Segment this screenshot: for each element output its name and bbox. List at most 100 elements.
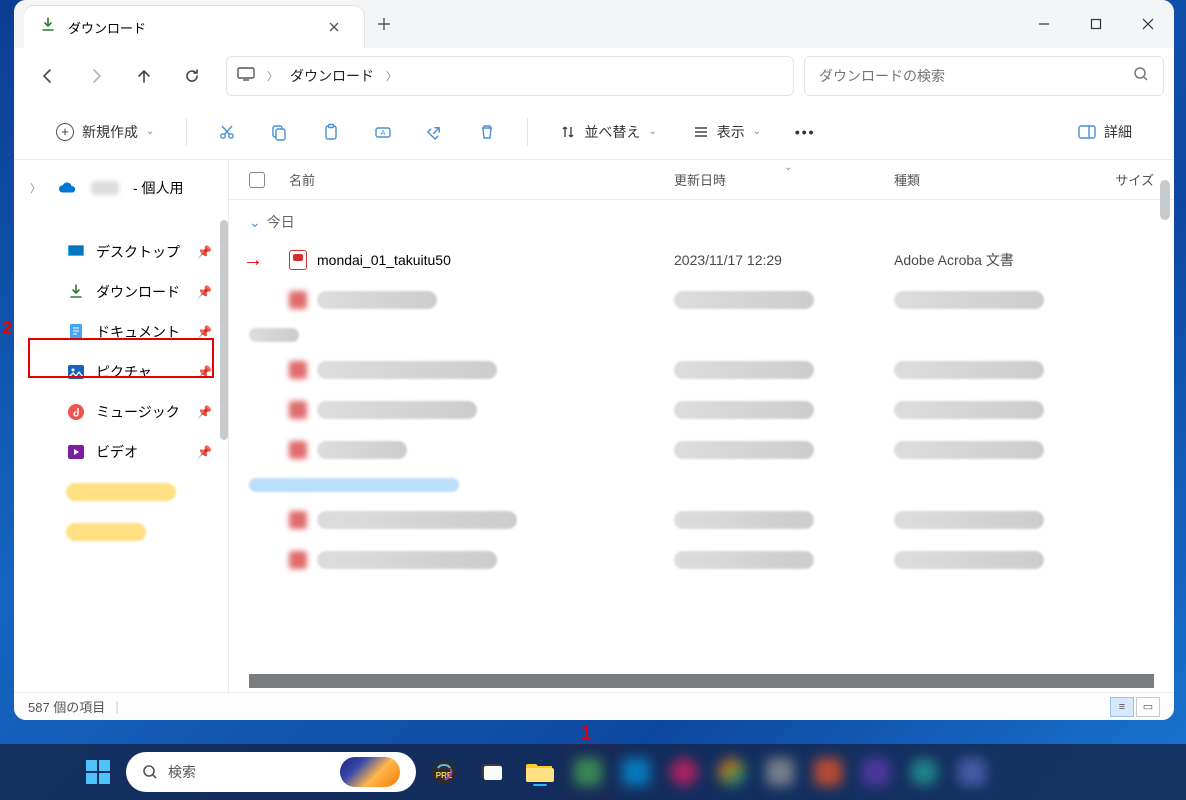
share-button[interactable] <box>413 112 457 152</box>
up-button[interactable] <box>120 54 168 98</box>
cloud-icon <box>57 178 77 198</box>
new-button[interactable]: + 新規作成 ⌄ <box>42 112 168 152</box>
scrollbar[interactable] <box>220 220 228 440</box>
forward-button[interactable] <box>72 54 120 98</box>
pin-icon[interactable]: 📌 <box>197 405 212 419</box>
col-name[interactable]: 名前 <box>289 170 674 189</box>
taskbar-app-blurred[interactable] <box>760 752 800 792</box>
nav-item-desktop[interactable]: デスクトップ 📌 <box>18 232 224 272</box>
refresh-button[interactable] <box>168 54 216 98</box>
cut-button[interactable] <box>205 112 249 152</box>
taskbar-app-blurred[interactable] <box>952 752 992 792</box>
taskbar-copilot[interactable]: PRE <box>424 752 464 792</box>
nav-item-documents[interactable]: ドキュメント 📌 <box>18 312 224 352</box>
col-type[interactable]: 種類 <box>894 170 1094 189</box>
rename-button[interactable]: A <box>361 112 405 152</box>
back-button[interactable] <box>24 54 72 98</box>
col-size[interactable]: サイズ <box>1094 170 1154 189</box>
file-row-blurred[interactable] <box>249 430 1154 470</box>
taskbar-app-blurred[interactable] <box>712 752 752 792</box>
horizontal-scrollbar[interactable] <box>249 674 1154 688</box>
music-icon <box>66 402 86 422</box>
pin-icon[interactable]: 📌 <box>197 285 212 299</box>
breadcrumb[interactable]: 〉 ダウンロード 〉 <box>226 56 794 96</box>
breadcrumb-segment[interactable]: ダウンロード <box>290 66 374 86</box>
nav-item-music[interactable]: ミュージック 📌 <box>18 392 224 432</box>
nav-item-video[interactable]: ビデオ 📌 <box>18 432 224 472</box>
view-icons-button[interactable]: ▭ <box>1136 697 1160 717</box>
title-bar: ダウンロード <box>14 0 1174 48</box>
start-button[interactable] <box>78 752 118 792</box>
pin-icon[interactable]: 📌 <box>197 325 212 339</box>
new-tab-button[interactable] <box>364 0 404 48</box>
chevron-right-icon: 〉 <box>386 68 397 84</box>
pdf-icon <box>289 250 307 270</box>
chevron-down-icon: ⌄ <box>249 214 261 231</box>
chevron-down-icon: ⌄ <box>753 126 761 137</box>
pin-icon[interactable]: 📌 <box>197 365 212 379</box>
file-row-blurred[interactable] <box>249 350 1154 390</box>
pin-icon[interactable]: 📌 <box>197 245 212 259</box>
vertical-scrollbar[interactable] <box>1160 180 1170 220</box>
window-maximize-button[interactable] <box>1070 0 1122 48</box>
taskbar-taskview[interactable] <box>472 752 512 792</box>
paste-button[interactable] <box>309 112 353 152</box>
search-box[interactable] <box>804 56 1164 96</box>
nav-label: ピクチャ <box>96 362 152 382</box>
file-row-blurred[interactable] <box>249 500 1154 540</box>
sort-button[interactable]: 並べ替え ⌄ <box>546 112 670 152</box>
more-button[interactable]: ••• <box>783 112 827 152</box>
group-blurred[interactable] <box>249 320 1154 350</box>
group-label: 今日 <box>267 212 295 232</box>
details-button[interactable]: 詳細 <box>1064 112 1146 152</box>
nav-item-blurred[interactable] <box>18 512 224 552</box>
tab-downloads[interactable]: ダウンロード <box>24 6 364 48</box>
status-bar: 587 個の項目 | ≡ ▭ <box>14 692 1174 720</box>
taskbar-app-blurred[interactable] <box>616 752 656 792</box>
video-icon <box>66 442 86 462</box>
file-row-blurred[interactable] <box>249 390 1154 430</box>
plus-circle-icon: + <box>56 123 74 141</box>
details-label: 詳細 <box>1104 122 1132 142</box>
group-today[interactable]: ⌄ 今日 <box>249 204 1154 240</box>
address-bar-row: 〉 ダウンロード 〉 <box>14 48 1174 104</box>
list-icon <box>693 124 709 140</box>
file-type: Adobe Acroba 文書 <box>894 250 1094 270</box>
file-row-blurred[interactable] <box>249 540 1154 580</box>
taskbar-app-blurred[interactable] <box>808 752 848 792</box>
pin-icon[interactable]: 📌 <box>197 445 212 459</box>
window-close-button[interactable] <box>1122 0 1174 48</box>
chevron-down-icon: ⌄ <box>146 126 154 137</box>
chevron-right-icon: 〉 <box>267 68 278 84</box>
tab-close-button[interactable] <box>320 13 348 41</box>
taskbar-app-blurred[interactable] <box>568 752 608 792</box>
group-blurred[interactable] <box>249 470 1154 500</box>
checkbox-all[interactable] <box>249 172 289 188</box>
view-details-button[interactable]: ≡ <box>1110 697 1134 717</box>
delete-button[interactable] <box>465 112 509 152</box>
taskbar-app-blurred[interactable] <box>856 752 896 792</box>
annotation-arrow: → <box>243 249 263 272</box>
explorer-window: ダウンロード 〉 ダウンロード 〉 <box>14 0 1174 720</box>
file-row-blurred[interactable] <box>249 280 1154 320</box>
window-minimize-button[interactable] <box>1018 0 1070 48</box>
nav-item-pictures[interactable]: ピクチャ 📌 <box>18 352 224 392</box>
file-row[interactable]: → mondai_01_takuitu50 2023/11/17 12:29 A… <box>249 240 1154 280</box>
copy-button[interactable] <box>257 112 301 152</box>
taskbar-explorer[interactable] <box>520 752 560 792</box>
view-button[interactable]: 表示 ⌄ <box>679 112 775 152</box>
file-list-area: 名前 ⌄更新日時 種類 サイズ ⌄ 今日 → mondai_01_takuitu… <box>229 160 1174 692</box>
file-list[interactable]: ⌄ 今日 → mondai_01_takuitu50 2023/11/17 12… <box>229 200 1174 674</box>
taskbar-app-blurred[interactable] <box>664 752 704 792</box>
taskbar-app-blurred[interactable] <box>904 752 944 792</box>
annotation-number-1: 1 <box>581 723 591 744</box>
taskbar-search[interactable]: 検索 <box>126 752 416 792</box>
search-input[interactable] <box>819 68 1133 84</box>
nav-label: ミュージック <box>96 402 180 422</box>
new-button-label: 新規作成 <box>82 122 138 142</box>
nav-item-onedrive[interactable]: 〉 - 個人用 <box>18 168 224 208</box>
nav-item-blurred[interactable] <box>18 472 224 512</box>
col-date[interactable]: ⌄更新日時 <box>674 170 894 189</box>
nav-item-downloads[interactable]: ダウンロード 📌 <box>18 272 224 312</box>
navigation-pane[interactable]: 〉 - 個人用 デスクトップ 📌 ダウンロード 📌 ドキュメント 📌 <box>14 160 229 692</box>
